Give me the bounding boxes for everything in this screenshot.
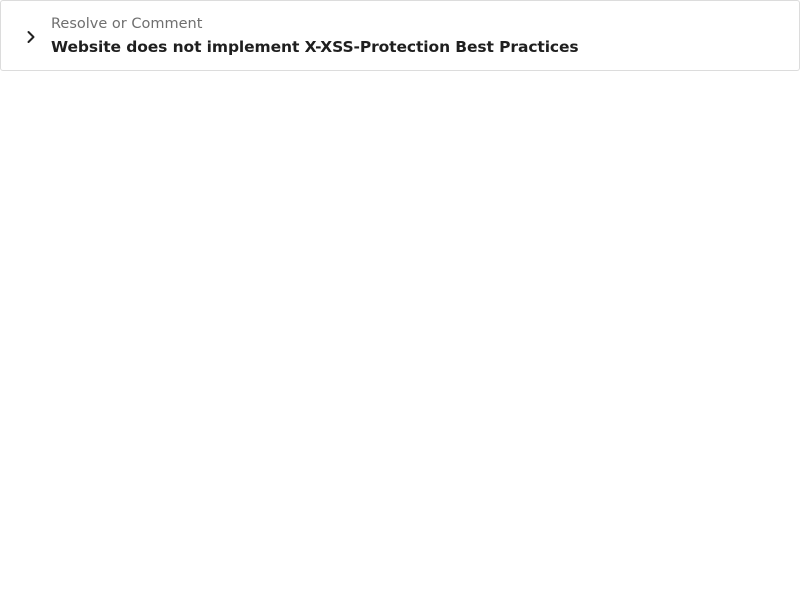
panel-title: Website does not implement X-XSS-Protect… [51, 38, 579, 56]
panel-heading: Resolve or Comment Website does not impl… [51, 13, 779, 59]
panel-subtitle: Resolve or Comment [51, 16, 203, 32]
issue-panel-header[interactable]: Resolve or Comment Website does not impl… [0, 0, 800, 71]
chevron-right-icon [26, 30, 36, 44]
expand-toggle[interactable] [19, 25, 43, 49]
